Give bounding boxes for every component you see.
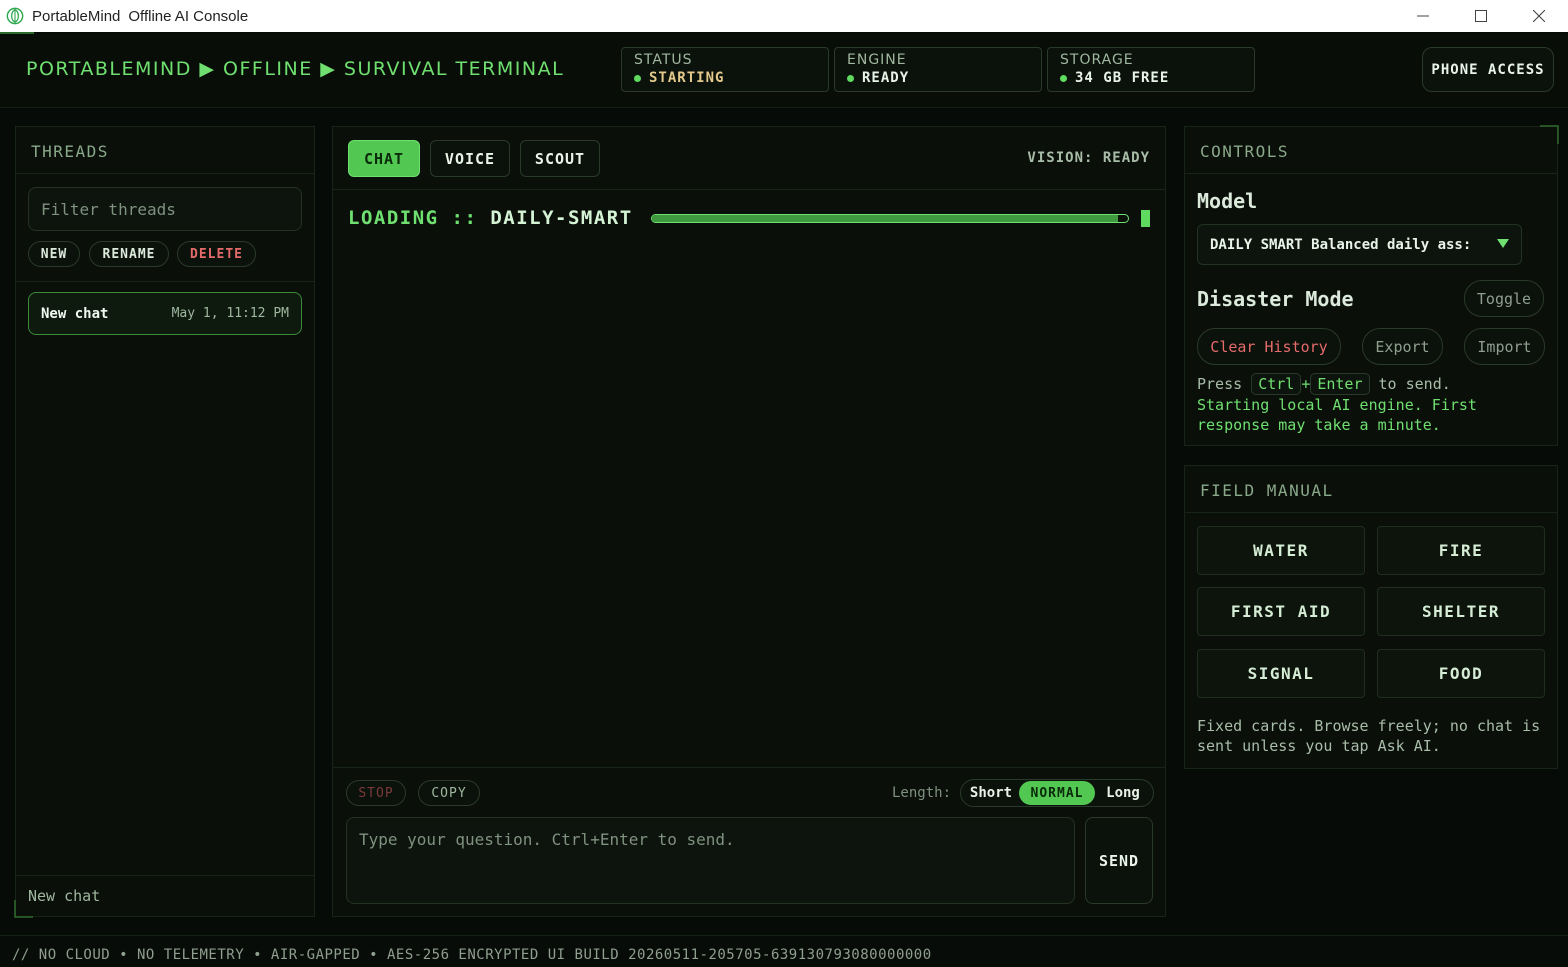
length-selector: Short NORMAL Long (960, 779, 1154, 807)
export-button[interactable]: Export (1362, 328, 1443, 365)
manual-card-water[interactable]: WATER (1197, 526, 1365, 575)
engine-value: READY (862, 70, 910, 86)
status-value: STARTING (649, 70, 725, 86)
mode-tabs: CHAT VOICE SCOUT VISION: READY (333, 127, 1165, 190)
disaster-mode-toggle-button[interactable]: Toggle (1464, 280, 1544, 317)
chat-panel: CHAT VOICE SCOUT VISION: READY LOADING :… (332, 126, 1166, 917)
controls-heading: CONTROLS (1185, 127, 1557, 174)
engine-status-message: Starting local AI engine. First response… (1197, 396, 1477, 434)
length-option-long[interactable]: Long (1095, 781, 1151, 805)
manual-card-first-aid[interactable]: FIRST AID (1197, 587, 1365, 636)
length-label: Length: (892, 785, 952, 801)
length-option-short[interactable]: Short (963, 781, 1019, 805)
model-select[interactable]: DAILY SMART Balanced daily ass: (1197, 224, 1522, 265)
storage-dot-icon (1060, 74, 1067, 82)
new-thread-button[interactable]: NEW (28, 241, 80, 267)
maximize-icon (1475, 10, 1487, 22)
send-button[interactable]: SEND (1085, 817, 1153, 904)
loading-model-name: DAILY-SMART (490, 207, 633, 229)
tab-chat[interactable]: CHAT (348, 140, 420, 177)
divider (333, 767, 1165, 768)
window-title: Offline AI Console (128, 7, 249, 25)
corner-bracket-icon (14, 900, 33, 918)
engine-dot-icon (847, 74, 854, 82)
storage-value: 34 GB FREE (1075, 70, 1170, 86)
minimize-button[interactable] (1394, 0, 1452, 32)
tab-scout[interactable]: SCOUT (520, 140, 600, 177)
threads-heading: THREADS (16, 127, 314, 174)
stop-button[interactable]: STOP (346, 780, 406, 806)
status-footer: // NO CLOUD • NO TELEMETRY • AIR-GAPPED … (0, 935, 1568, 967)
window-app-name: PortableMind (32, 7, 121, 25)
corner-bracket-icon (1540, 125, 1559, 144)
app-logo-icon (6, 7, 24, 25)
manual-card-signal[interactable]: SIGNAL (1197, 649, 1365, 698)
delete-thread-button[interactable]: DELETE (177, 241, 256, 267)
thread-date: May 1, 11:12 PM (171, 306, 289, 321)
window-titlebar: PortableMind Offline AI Console (0, 0, 1568, 32)
model-label: Model (1197, 189, 1258, 213)
engine-label: ENGINE (847, 52, 907, 68)
field-manual-panel: FIELD MANUAL WATER FIRE FIRST AID SHELTE… (1184, 465, 1558, 769)
import-button[interactable]: Import (1464, 328, 1545, 365)
brand-title: PORTABLEMIND ▶ OFFLINE ▶ SURVIVAL TERMIN… (26, 58, 565, 80)
storage-indicator: STORAGE 34 GB FREE (1047, 47, 1255, 92)
model-select-value: DAILY SMART Balanced daily ass: (1210, 236, 1472, 253)
disaster-mode-label: Disaster Mode (1197, 287, 1354, 311)
ctrl-key: Ctrl (1251, 373, 1302, 395)
close-icon (1533, 10, 1545, 22)
field-manual-note: Fixed cards. Browse freely; no chat is s… (1197, 717, 1541, 755)
minimize-icon (1417, 15, 1429, 17)
loading-progress-bar (651, 214, 1129, 223)
rename-thread-button[interactable]: RENAME (89, 241, 169, 267)
send-shortcut-hint: Press Ctrl + Enter to send. (1197, 373, 1547, 395)
close-button[interactable] (1510, 0, 1568, 32)
engine-indicator: ENGINE READY (834, 47, 1042, 92)
current-thread-label: New chat (16, 875, 314, 916)
vision-status: VISION: READY (1027, 150, 1150, 166)
chevron-down-icon (1497, 239, 1509, 248)
loading-progress-fill (652, 215, 1119, 222)
length-option-normal[interactable]: NORMAL (1019, 781, 1095, 805)
manual-card-fire[interactable]: FIRE (1377, 526, 1545, 575)
copy-button[interactable]: COPY (418, 780, 480, 806)
threads-panel: THREADS NEW RENAME DELETE New chat May 1… (14, 126, 315, 918)
phone-access-button[interactable]: PHONE ACCESS (1422, 47, 1554, 92)
status-label: STATUS (634, 52, 693, 68)
loading-label: LOADING :: DAILY-SMART (348, 207, 633, 229)
manual-card-shelter[interactable]: SHELTER (1377, 587, 1545, 636)
manual-card-food[interactable]: FOOD (1377, 649, 1545, 698)
status-indicator: STATUS STARTING (621, 47, 829, 92)
tab-voice[interactable]: VOICE (430, 140, 510, 177)
thread-item[interactable]: New chat May 1, 11:12 PM (28, 292, 302, 335)
hint-plus: + (1301, 375, 1311, 393)
prompt-input[interactable] (346, 817, 1075, 904)
maximize-button[interactable] (1452, 0, 1510, 32)
status-dot-icon (634, 74, 641, 82)
divider (16, 281, 314, 282)
clear-history-button[interactable]: Clear History (1197, 328, 1341, 365)
storage-label: STORAGE (1060, 52, 1134, 68)
cursor-block-icon (1141, 210, 1150, 227)
model-loading-row: LOADING :: DAILY-SMART (348, 207, 1153, 231)
enter-key: Enter (1310, 373, 1370, 395)
field-manual-heading: FIELD MANUAL (1185, 466, 1557, 513)
thread-name: New chat (41, 305, 109, 322)
hint-suffix: to send. (1378, 375, 1451, 393)
controls-panel: CONTROLS Model DAILY SMART Balanced dail… (1184, 125, 1559, 446)
filter-threads-input[interactable] (28, 187, 302, 231)
hint-press: Press (1197, 375, 1243, 393)
app-header: PORTABLEMIND ▶ OFFLINE ▶ SURVIVAL TERMIN… (0, 34, 1568, 108)
loading-prefix: LOADING :: (348, 207, 491, 229)
